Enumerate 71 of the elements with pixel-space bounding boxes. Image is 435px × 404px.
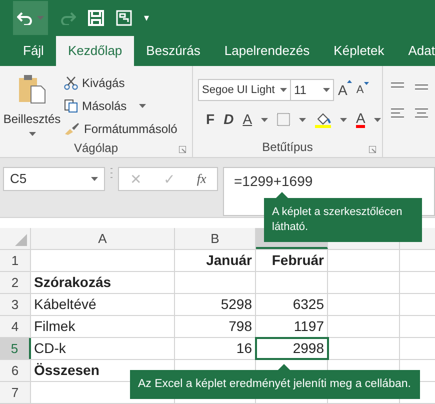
- font-color-button[interactable]: A: [356, 111, 366, 128]
- customize-toolbar-button[interactable]: ▾: [144, 10, 149, 26]
- table-cell-text: Filmek: [34, 317, 76, 336]
- result-tooltip: Az Excel a képlet eredményét jeleníti meg a cellában.: [130, 370, 420, 400]
- row-header[interactable]: 2: [0, 272, 31, 293]
- table-cell-text: Szórakozás: [34, 273, 112, 292]
- name-box[interactable]: C5: [3, 167, 105, 191]
- up-triangle-icon: [347, 80, 352, 82]
- ribbon-tab[interactable]: Lapelrendezés: [212, 36, 322, 66]
- ribbon-tab[interactable]: Kezdőlap: [56, 36, 134, 66]
- row-header[interactable]: 5: [0, 338, 31, 359]
- table-cell-text: 16: [236, 339, 252, 358]
- table-cell-text: Január: [206, 251, 252, 270]
- down-triangle-icon: [364, 82, 369, 85]
- copy-icon: [64, 99, 78, 113]
- row-header[interactable]: 7: [0, 382, 31, 403]
- formula-tooltip: A képlet a szerkesztőlécen látható.: [264, 198, 422, 242]
- copy-button[interactable]: Másolás: [64, 97, 178, 115]
- dropdown-caret-icon: [280, 88, 287, 92]
- insert-function-button[interactable]: fx: [196, 169, 206, 189]
- group-label: Vágólap: [74, 140, 118, 156]
- ribbon-tab[interactable]: Képletek: [322, 36, 396, 66]
- clipboard-icon: [17, 74, 47, 104]
- font-size-dropdown[interactable]: 11: [291, 80, 333, 100]
- dropdown-caret-icon: [91, 177, 98, 181]
- shrink-font-button[interactable]: A: [356, 82, 369, 98]
- table-cell-text: 6325: [292, 295, 324, 314]
- fill-color-icon[interactable]: [315, 112, 332, 128]
- ribbon-tab[interactable]: Beszúrás: [134, 36, 212, 66]
- font-name-dropdown[interactable]: Segoe UI Light: [199, 80, 291, 100]
- row-header[interactable]: 1: [0, 250, 31, 271]
- table-cell-text: 798: [228, 317, 252, 336]
- table-cell-text: Február: [272, 251, 324, 270]
- dropdown-caret-icon: [374, 118, 382, 122]
- dialog-launcher-icon[interactable]: [179, 146, 186, 153]
- form-icon[interactable]: [116, 10, 132, 26]
- scissors-icon: [64, 76, 78, 90]
- save-icon[interactable]: [88, 10, 104, 26]
- bold-button[interactable]: F: [206, 109, 215, 130]
- dialog-launcher-icon[interactable]: [369, 146, 376, 153]
- table-cell-text: CD-k: [34, 339, 66, 358]
- ribbon-tab[interactable]: Adat: [396, 36, 435, 66]
- table-cell-text: 2998: [292, 339, 324, 358]
- dropdown-caret-icon: [299, 118, 306, 122]
- paste-button[interactable]: Beillesztés: [0, 74, 64, 138]
- row-header[interactable]: 3: [0, 294, 31, 315]
- group-label: Betűtípus: [262, 139, 313, 156]
- dropdown-caret-icon: [37, 16, 44, 20]
- italic-button[interactable]: D: [224, 109, 234, 130]
- brush-icon: [64, 122, 80, 136]
- dropdown-caret-icon: [28, 132, 36, 136]
- format-painter-button[interactable]: Formátummásoló: [64, 120, 178, 138]
- border-icon[interactable]: [277, 113, 290, 126]
- undo-icon[interactable]: [17, 11, 33, 25]
- dropdown-caret-icon: [323, 88, 330, 92]
- table-cell-text: 1197: [294, 317, 324, 336]
- row-header[interactable]: 6: [0, 360, 31, 381]
- ribbon-tab[interactable]: Fájl: [11, 36, 56, 66]
- dropdown-caret-icon: [261, 118, 268, 122]
- row-header[interactable]: 4: [0, 316, 31, 337]
- dropdown-caret-icon: [138, 104, 146, 108]
- table-cell-text: Kábeltévé: [34, 295, 96, 314]
- align-left-icon[interactable]: [391, 108, 431, 118]
- grow-font-button[interactable]: A: [338, 80, 352, 100]
- align-top-icon[interactable]: [391, 82, 431, 92]
- table-cell-text: Összesen: [34, 361, 100, 380]
- table-cell-text: 5298: [220, 295, 252, 314]
- column-header[interactable]: A: [31, 228, 175, 249]
- underline-button[interactable]: A: [242, 109, 252, 130]
- dropdown-caret-icon: [340, 118, 348, 122]
- cut-button[interactable]: Kivágás: [64, 74, 178, 92]
